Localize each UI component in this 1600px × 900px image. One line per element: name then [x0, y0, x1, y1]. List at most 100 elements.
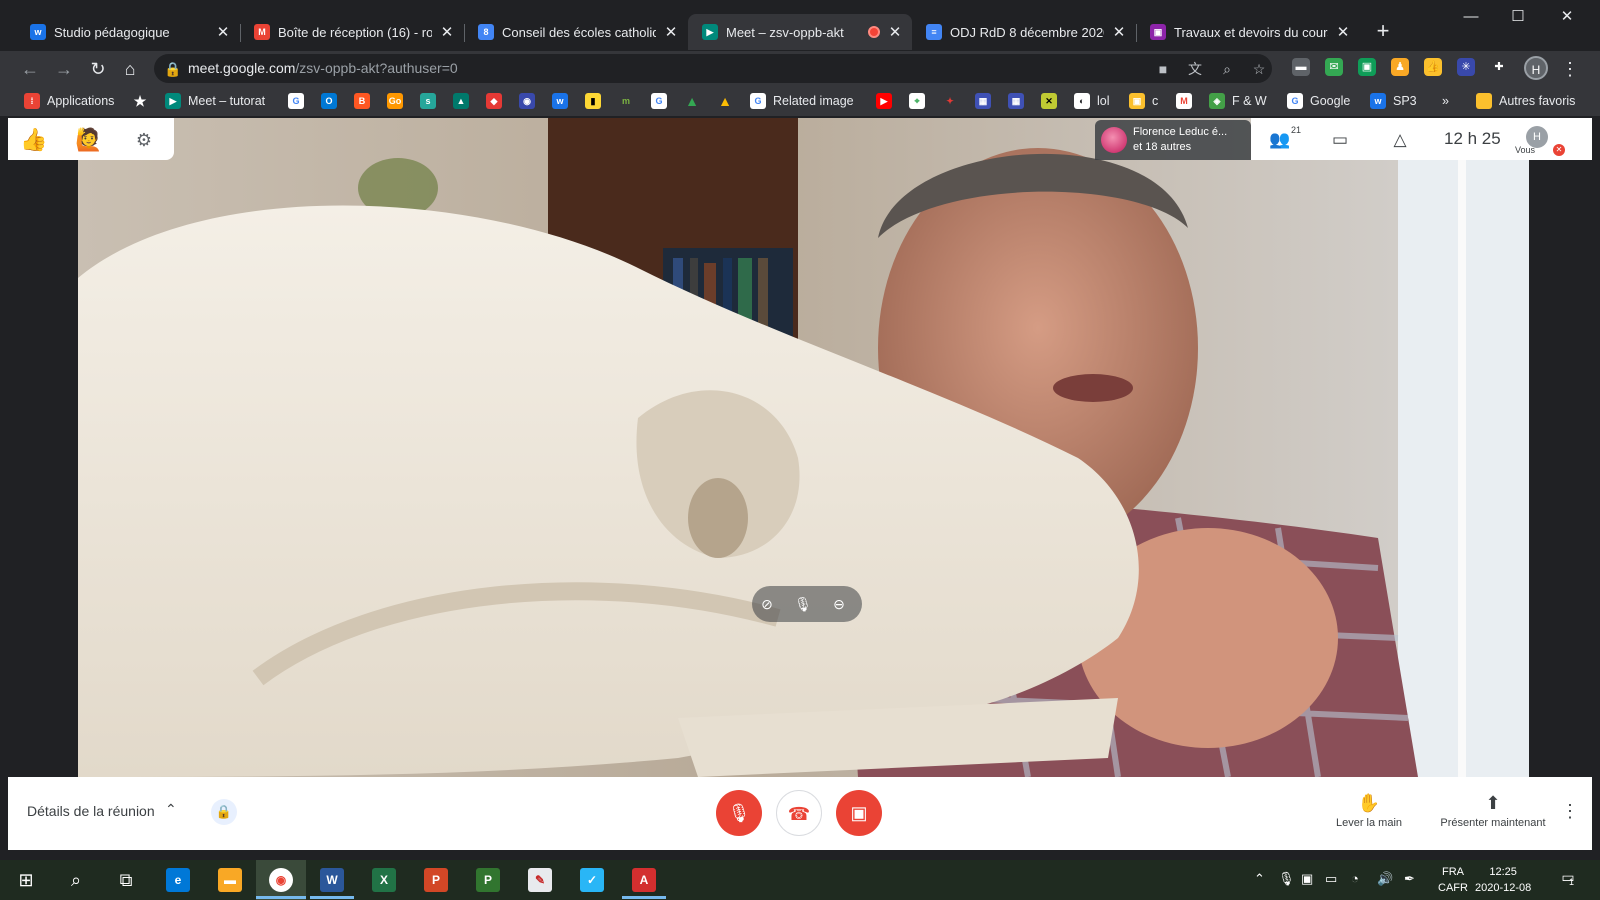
thumbs-up-reaction-icon[interactable]: 👍 — [20, 126, 48, 154]
remove-participant-icon[interactable]: ⊖ — [828, 593, 850, 615]
tab-studio-pedagogique[interactable]: w Studio pédagogique ✕ — [16, 14, 240, 50]
participants-icon[interactable]: 👥 — [1269, 129, 1291, 151]
tab-gmail-inbox[interactable]: M Boîte de réception (16) - rou ✕ — [240, 14, 464, 50]
battery-icon[interactable]: ▭ — [1325, 871, 1337, 887]
bookmark-icon[interactable]: ▦ — [1008, 93, 1024, 109]
bookmark-icon[interactable]: ▲ — [453, 93, 469, 109]
tab-travaux-devoirs[interactable]: ▣ Travaux et devoirs du cours ✕ — [1136, 14, 1360, 50]
main-video-tile[interactable] — [78, 118, 1529, 777]
bookmark-icon[interactable]: ▮ — [585, 93, 601, 109]
extension-icon[interactable]: ▣ — [1358, 58, 1376, 76]
meeting-details-button[interactable]: Détails de la réunion — [27, 803, 155, 819]
display-tray-icon[interactable]: ▣ — [1301, 871, 1313, 887]
file-explorer-icon[interactable]: ▬ — [218, 868, 242, 892]
maximize-button[interactable]: ☐ — [1495, 4, 1541, 30]
unpin-icon[interactable]: ⊘ — [756, 593, 778, 615]
translate-icon[interactable]: 文 — [1186, 60, 1204, 78]
tab-close-icon[interactable]: ✕ — [214, 23, 232, 41]
close-window-button[interactable]: ✕ — [1544, 4, 1590, 30]
maps-icon[interactable]: ⌖ — [909, 93, 925, 109]
tab-close-icon[interactable]: ✕ — [662, 23, 680, 41]
chat-icon[interactable]: ▭ — [1329, 129, 1351, 151]
bookmark-icon[interactable]: ◉ — [519, 93, 535, 109]
bookmarks-overflow-button[interactable]: » — [1442, 91, 1449, 111]
bookmark-icon[interactable]: ◆ — [486, 93, 502, 109]
google-icon[interactable]: G — [288, 93, 304, 109]
show-hidden-icons-icon[interactable]: ⌃ — [1254, 871, 1265, 887]
address-bar[interactable]: 🔒 meet.google.com/zsv-oppb-akt?authuser=… — [154, 54, 1272, 83]
windows-start-icon[interactable]: ⊞ — [10, 864, 42, 896]
mute-participant-icon[interactable]: 🎙 — [792, 593, 814, 615]
profile-avatar[interactable]: H — [1524, 56, 1548, 80]
chevron-up-icon[interactable]: ⌃ — [165, 801, 177, 818]
notes-app-icon[interactable]: ✓ — [580, 868, 604, 892]
bookmark-google[interactable]: G Google — [1287, 91, 1350, 111]
leave-call-button[interactable]: ☎ — [776, 790, 822, 836]
paint-icon[interactable]: ✎ — [528, 868, 552, 892]
bookmark-f-and-w[interactable]: ◈ F & W — [1209, 91, 1267, 111]
edge-icon[interactable]: e — [166, 868, 190, 892]
reload-button[interactable]: ↻ — [84, 55, 112, 83]
bookmark-star[interactable]: ★ — [132, 91, 155, 111]
task-view-icon[interactable]: ⧉ — [110, 864, 142, 896]
home-button[interactable]: ⌂ — [116, 55, 144, 83]
lock-icon[interactable]: 🔒 — [164, 60, 182, 78]
wifi-icon[interactable]: ◔ — [1351, 871, 1359, 886]
tab-conseil-ecoles[interactable]: 8 Conseil des écoles catholiqu ✕ — [464, 14, 688, 50]
go-icon[interactable]: Go — [387, 93, 403, 109]
extension-icon[interactable]: ▬ — [1292, 58, 1310, 76]
outlook-icon[interactable]: O — [321, 93, 337, 109]
tab-close-icon[interactable]: ✕ — [1334, 23, 1352, 41]
tab-odj-document[interactable]: ≡ ODJ RdD 8 décembre 2020 - ✕ — [912, 14, 1136, 50]
bookmark-lol[interactable]: ◐ lol — [1074, 91, 1110, 111]
tab-close-icon[interactable]: ✕ — [1110, 23, 1128, 41]
extension-icon[interactable]: ✳ — [1457, 58, 1475, 76]
raise-hand-reaction-icon[interactable]: 🙋 — [75, 126, 103, 154]
drive-icon[interactable]: ▲ — [684, 93, 700, 109]
new-tab-button[interactable]: + — [1370, 19, 1396, 45]
bookmark-meet-tutorat[interactable]: ▶ Meet – tutorat — [165, 91, 265, 111]
camera-off-button[interactable]: ▣ — [836, 790, 882, 836]
google-icon[interactable]: G — [651, 93, 667, 109]
tab-meet[interactable]: ▶ Meet – zsv-oppb-akt ✕ — [688, 14, 912, 50]
zoom-icon[interactable]: ⌕ — [1218, 60, 1236, 78]
bookmark-icon[interactable]: ✦ — [942, 93, 958, 109]
gmail-icon[interactable]: M — [1176, 93, 1192, 109]
excel-icon[interactable]: X — [372, 868, 396, 892]
taskbar-clock[interactable]: 12:25 2020-12-08 — [1475, 864, 1531, 896]
camera-in-use-icon[interactable]: ■ — [1154, 60, 1172, 78]
url-text[interactable]: meet.google.com/zsv-oppb-akt?authuser=0 — [188, 60, 458, 76]
more-options-icon[interactable]: ⋮ — [1561, 801, 1579, 822]
input-language-indicator[interactable]: FRA CAFR — [1438, 864, 1468, 896]
volume-icon[interactable]: 🔊 — [1377, 871, 1393, 887]
bookmark-c[interactable]: ▣ c — [1129, 91, 1158, 111]
microphone-tray-icon[interactable]: 🎙 — [1278, 871, 1295, 887]
project-icon[interactable]: P — [476, 868, 500, 892]
bookmark-related-image[interactable]: G Related image — [750, 91, 854, 111]
pen-icon[interactable]: ✒ — [1404, 871, 1415, 887]
minimize-button[interactable]: — — [1448, 4, 1494, 30]
thumbs-up-extension-icon[interactable]: 👍 — [1424, 58, 1442, 76]
bookmark-sp3[interactable]: w SP3 — [1370, 91, 1417, 111]
extensions-puzzle-icon[interactable]: ✚ — [1490, 58, 1508, 76]
tab-close-icon[interactable]: ✕ — [886, 23, 904, 41]
forward-button[interactable]: → — [50, 55, 78, 83]
sc-icon[interactable]: s — [420, 93, 436, 109]
word-icon[interactable]: W — [320, 868, 344, 892]
bookmark-autres-favoris[interactable]: Autres favoris — [1476, 91, 1575, 111]
bookmark-icon[interactable]: w — [552, 93, 568, 109]
microphone-off-button[interactable]: 🎙 — [716, 790, 762, 836]
present-now-button[interactable]: ⬆ Présenter maintenant — [1428, 793, 1558, 829]
drive-icon[interactable]: ▲ — [717, 93, 733, 109]
chrome-menu-icon[interactable]: ⋮ — [1556, 55, 1584, 83]
host-controls-shield-icon[interactable]: 🔒 — [211, 799, 237, 825]
youtube-icon[interactable]: ▶ — [876, 93, 892, 109]
bookmark-applications[interactable]: ⁞ Applications — [24, 91, 114, 111]
extension-icon[interactable]: ♟ — [1391, 58, 1409, 76]
extension-icon[interactable]: ✉ — [1325, 58, 1343, 76]
back-button[interactable]: ← — [16, 55, 44, 83]
bookmark-icon[interactable]: m — [618, 93, 634, 109]
blogger-icon[interactable]: B — [354, 93, 370, 109]
raise-hand-button[interactable]: ✋ Lever la main — [1324, 793, 1414, 829]
acrobat-icon[interactable]: A — [632, 868, 656, 892]
